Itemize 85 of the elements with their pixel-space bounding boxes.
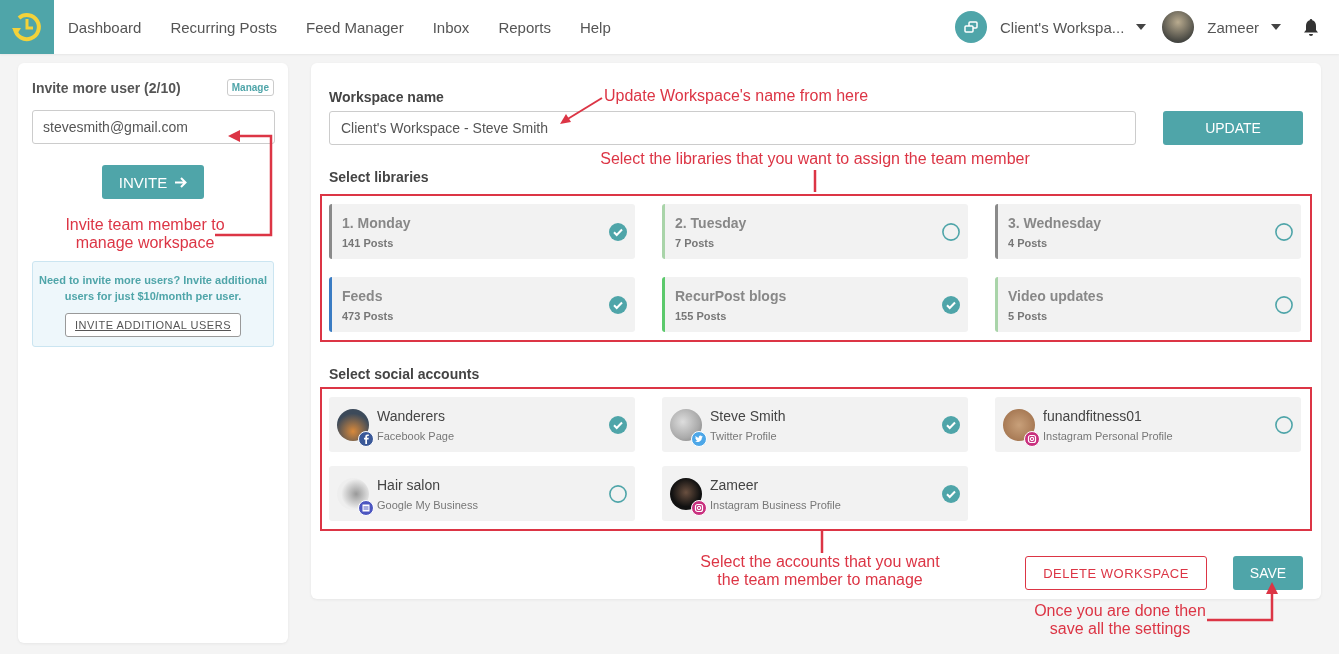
- nav-link[interactable]: Feed Manager: [306, 18, 404, 36]
- account-avatar: [337, 477, 369, 510]
- workspace-name-input-field[interactable]: Client's Workspace - Steve Smith: [329, 111, 1136, 145]
- account-card[interactable]: Zameer Instagram Business Profile: [662, 466, 968, 521]
- account-name: Hair salon: [377, 476, 442, 493]
- nav-link[interactable]: Reports: [498, 18, 551, 36]
- unchecked-icon[interactable]: [1275, 295, 1293, 314]
- user-menu[interactable]: Zameer: [1207, 18, 1259, 36]
- nav-link[interactable]: Inbox: [432, 18, 470, 36]
- nav-link[interactable]: Dashboard: [68, 18, 142, 36]
- account-card[interactable]: Wanderers Facebook Page: [329, 397, 635, 452]
- library-name: Feeds: [342, 287, 384, 304]
- nav-link[interactable]: Recurring Posts: [170, 18, 278, 36]
- account-type: Facebook Page: [377, 429, 456, 442]
- panel-title: Invite more user (2/10): [32, 79, 181, 96]
- annotation-text: Once you are done then save all the settings: [1033, 602, 1207, 638]
- library-name: 1. Monday: [342, 214, 412, 231]
- upgrade-note: Need to invite more users? Invite additional users for just $10/month per user.: [39, 273, 267, 304]
- arrow-right-icon: [175, 176, 188, 188]
- library-card[interactable]: 3. Wednesday 4 Posts: [995, 204, 1301, 259]
- account-name: Wanderers: [377, 407, 446, 424]
- facebook-icon: [358, 430, 374, 447]
- workspace-icon[interactable]: [964, 21, 978, 33]
- post-count: 7 Posts: [675, 236, 716, 249]
- library-card[interactable]: RecurPost blogs 155 Posts: [662, 277, 968, 332]
- post-count: 473 Posts: [342, 309, 395, 322]
- account-avatar: [1003, 408, 1035, 441]
- library-name: RecurPost blogs: [675, 287, 788, 304]
- library-card[interactable]: 2. Tuesday 7 Posts: [662, 204, 968, 259]
- section-label: Select social accounts: [329, 366, 480, 382]
- annotation-text: Invite team member to manage workspace: [65, 216, 225, 252]
- caret-icon[interactable]: [1136, 24, 1147, 30]
- post-count: 141 Posts: [342, 236, 395, 249]
- field-label: Workspace name: [329, 89, 444, 105]
- annotation-text: Select the libraries that you want to assign the team member: [599, 150, 1031, 168]
- library-name: Video updates: [1008, 287, 1105, 304]
- unchecked-icon[interactable]: [1275, 222, 1293, 241]
- library-card[interactable]: Feeds 473 Posts: [329, 277, 635, 332]
- account-avatar: [670, 408, 702, 441]
- section-label: Select libraries: [329, 169, 429, 185]
- account-type: Google My Business: [377, 498, 479, 511]
- annotation-arrow: [1207, 582, 1278, 622]
- instagram-icon: [691, 499, 707, 516]
- library-card[interactable]: Video updates 5 Posts: [995, 277, 1301, 332]
- email-input-field[interactable]: stevesmith@gmail.com: [32, 110, 275, 144]
- leader-line: [813, 170, 817, 192]
- account-type: Twitter Profile: [710, 429, 778, 442]
- library-card[interactable]: 1. Monday 141 Posts: [329, 204, 635, 259]
- checked-icon[interactable]: [609, 222, 627, 241]
- workspace-selector[interactable]: Client's Workspa...: [1000, 18, 1125, 36]
- account-card[interactable]: Steve Smith Twitter Profile: [662, 397, 968, 452]
- instagram-icon: [1024, 430, 1040, 447]
- store-icon: [358, 499, 374, 516]
- checked-icon[interactable]: [609, 295, 627, 314]
- annotation-text: Select the accounts that you want the team member to manage: [699, 553, 941, 589]
- account-type: Instagram Personal Profile: [1043, 429, 1174, 442]
- checked-icon[interactable]: [942, 415, 960, 434]
- caret-icon[interactable]: [1271, 24, 1281, 30]
- delete-workspace-button[interactable]: DELETE WORKSPACE: [1025, 556, 1207, 590]
- nav-link[interactable]: Help: [579, 18, 611, 36]
- post-count: 4 Posts: [1008, 236, 1049, 249]
- checked-icon[interactable]: [942, 484, 960, 503]
- annotation-text: Update Workspace's name from here: [604, 87, 870, 105]
- account-name: Zameer: [710, 476, 760, 493]
- twitter-icon: [691, 430, 707, 447]
- account-card[interactable]: funandfitness01 Instagram Personal Profile: [995, 397, 1301, 452]
- account-avatar: [337, 408, 369, 441]
- library-name: 2. Tuesday: [675, 214, 748, 231]
- account-avatar: [670, 477, 702, 510]
- unchecked-icon[interactable]: [609, 484, 627, 503]
- account-name: funandfitness01: [1043, 407, 1143, 424]
- post-count: 5 Posts: [1008, 309, 1049, 322]
- unchecked-icon[interactable]: [1275, 415, 1293, 434]
- checked-icon[interactable]: [942, 295, 960, 314]
- post-count: 155 Posts: [675, 309, 728, 322]
- checked-icon[interactable]: [609, 415, 627, 434]
- user-avatar[interactable]: [1162, 11, 1195, 43]
- annotation-arrow: [560, 97, 603, 124]
- library-name: 3. Wednesday: [1008, 214, 1103, 231]
- invite-additional-users-button[interactable]: INVITE ADDITIONAL USERS: [65, 313, 241, 337]
- notification-bell-icon[interactable]: [1303, 18, 1319, 36]
- account-name: Steve Smith: [710, 407, 787, 424]
- account-card[interactable]: Hair salon Google My Business: [329, 466, 635, 521]
- account-type: Instagram Business Profile: [710, 498, 842, 511]
- unchecked-icon[interactable]: [942, 222, 960, 241]
